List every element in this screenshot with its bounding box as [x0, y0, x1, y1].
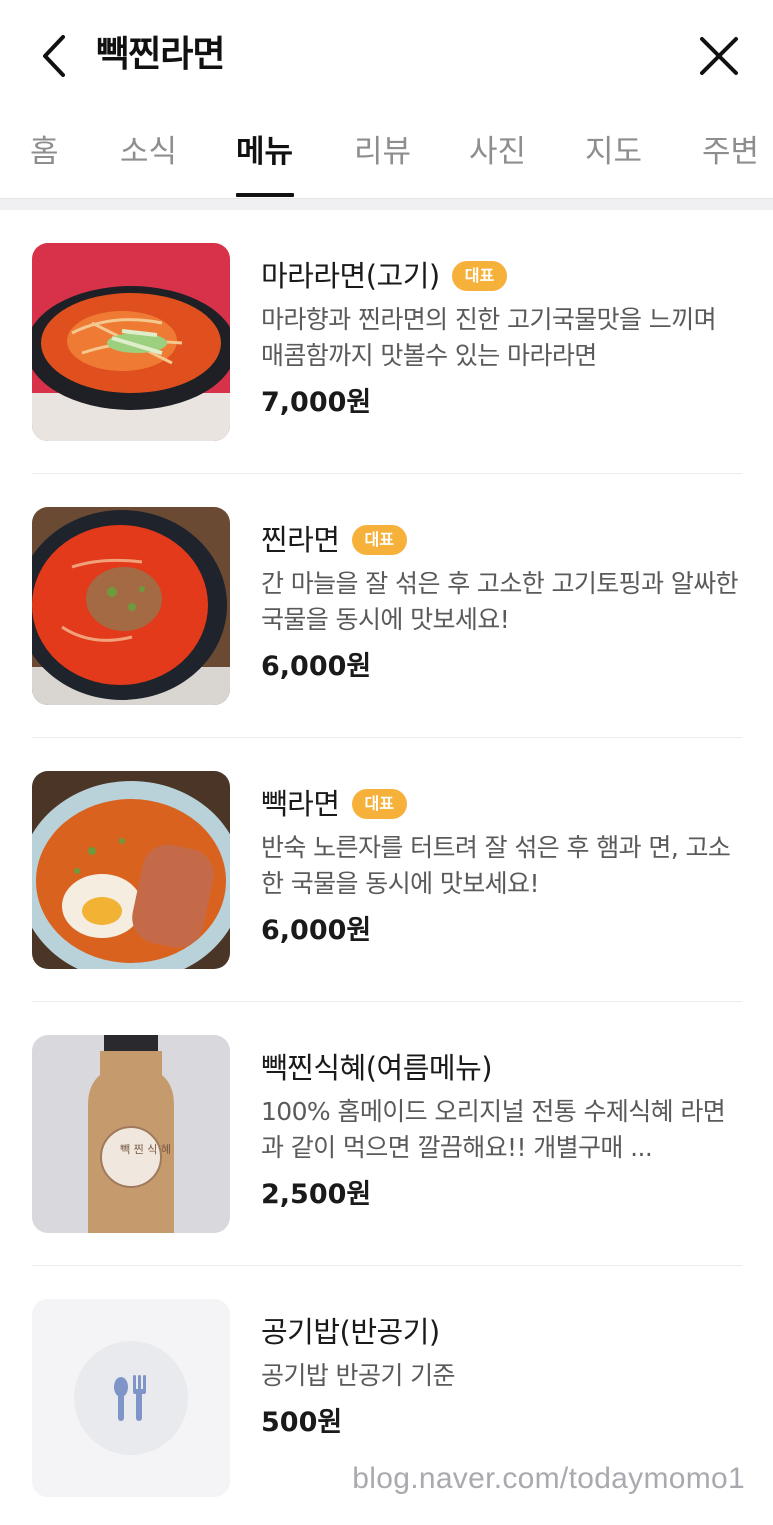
- menu-item-description: 반숙 노른자를 터트려 잘 섞은 후 햄과 면, 고소한 국물을 동시에 맛보세…: [261, 833, 731, 898]
- tab-map[interactable]: 지도: [585, 132, 642, 172]
- menu-item-description: 공기밥 반공기 기준: [261, 1361, 456, 1390]
- tab-nearby[interactable]: 주변: [702, 132, 759, 172]
- menu-item-price: 6,000원: [261, 651, 372, 682]
- menu-item-image: [32, 507, 230, 705]
- back-button[interactable]: [30, 30, 78, 82]
- section-divider: [0, 198, 773, 210]
- menu-item-image: 빽 찐 식 혜: [32, 1035, 230, 1233]
- menu-item-name: 빽라면: [261, 787, 340, 821]
- bottle-label-text: 빽 찐 식 혜: [120, 1143, 171, 1156]
- menu-item-description: 간 마늘을 잘 섞은 후 고소한 고기토핑과 알싸한 국물을 동시에 맛보세요!: [261, 569, 739, 634]
- menu-item-description: 100% 홈메이드 오리지널 전통 수제식혜 라면과 같이 먹으면 깔끔해요!!…: [261, 1097, 726, 1162]
- signature-badge: 대표: [351, 789, 407, 819]
- close-icon: [700, 37, 738, 75]
- menu-item-image-placeholder: [32, 1299, 230, 1497]
- menu-item-description: 마라향과 찐라면의 진한 고기국물맛을 느끼며 매콤함까지 맛볼수 있는 마라라…: [261, 305, 717, 370]
- active-tab-indicator: [236, 193, 294, 197]
- menu-item-name: 공기밥(반공기): [261, 1315, 440, 1349]
- chevron-left-icon: [43, 35, 65, 77]
- menu-item[interactable]: 빽라면 대표 반숙 노른자를 터트려 잘 섞은 후 햄과 면, 고소한 국물을 …: [32, 738, 742, 1002]
- tab-home[interactable]: 홈: [30, 132, 59, 172]
- menu-item-price: 7,000원: [261, 387, 372, 418]
- menu-item-price: 6,000원: [261, 915, 372, 946]
- menu-item[interactable]: 마라라면(고기) 대표 마라향과 찐라면의 진한 고기국물맛을 느끼며 매콤함까…: [32, 210, 742, 474]
- signature-badge: 대표: [351, 525, 407, 555]
- menu-item-image: [32, 243, 230, 441]
- menu-item-name: 마라라면(고기): [261, 259, 440, 293]
- close-button[interactable]: [693, 30, 745, 82]
- page-title: 빽찐라면: [96, 34, 225, 75]
- tab-review[interactable]: 리뷰: [354, 132, 411, 172]
- menu-item[interactable]: 찐라면 대표 간 마늘을 잘 섞은 후 고소한 고기토핑과 알싸한 국물을 동시…: [32, 474, 742, 738]
- tab-bar: 홈 소식 메뉴 리뷰 사진 지도 주변: [0, 112, 773, 200]
- signature-badge: 대표: [451, 261, 508, 291]
- menu-item-name: 빽찐식혜(여름메뉴): [261, 1051, 493, 1085]
- tab-news[interactable]: 소식: [120, 132, 177, 172]
- watermark-text: blog.naver.com/todaymomo1: [352, 1462, 745, 1495]
- tab-menu[interactable]: 메뉴: [236, 132, 293, 172]
- menu-item-price: 500원: [261, 1407, 343, 1438]
- top-header: 빽찐라면: [0, 0, 773, 112]
- menu-item[interactable]: 빽 찐 식 혜 빽찐식혜(여름메뉴) 100% 홈메이드 오리지널 전통 수제식…: [32, 1002, 742, 1266]
- menu-item-price: 2,500원: [261, 1179, 372, 1210]
- menu-item-image: [32, 771, 230, 969]
- tab-photos[interactable]: 사진: [469, 132, 526, 172]
- menu-item-name: 찐라면: [261, 523, 340, 557]
